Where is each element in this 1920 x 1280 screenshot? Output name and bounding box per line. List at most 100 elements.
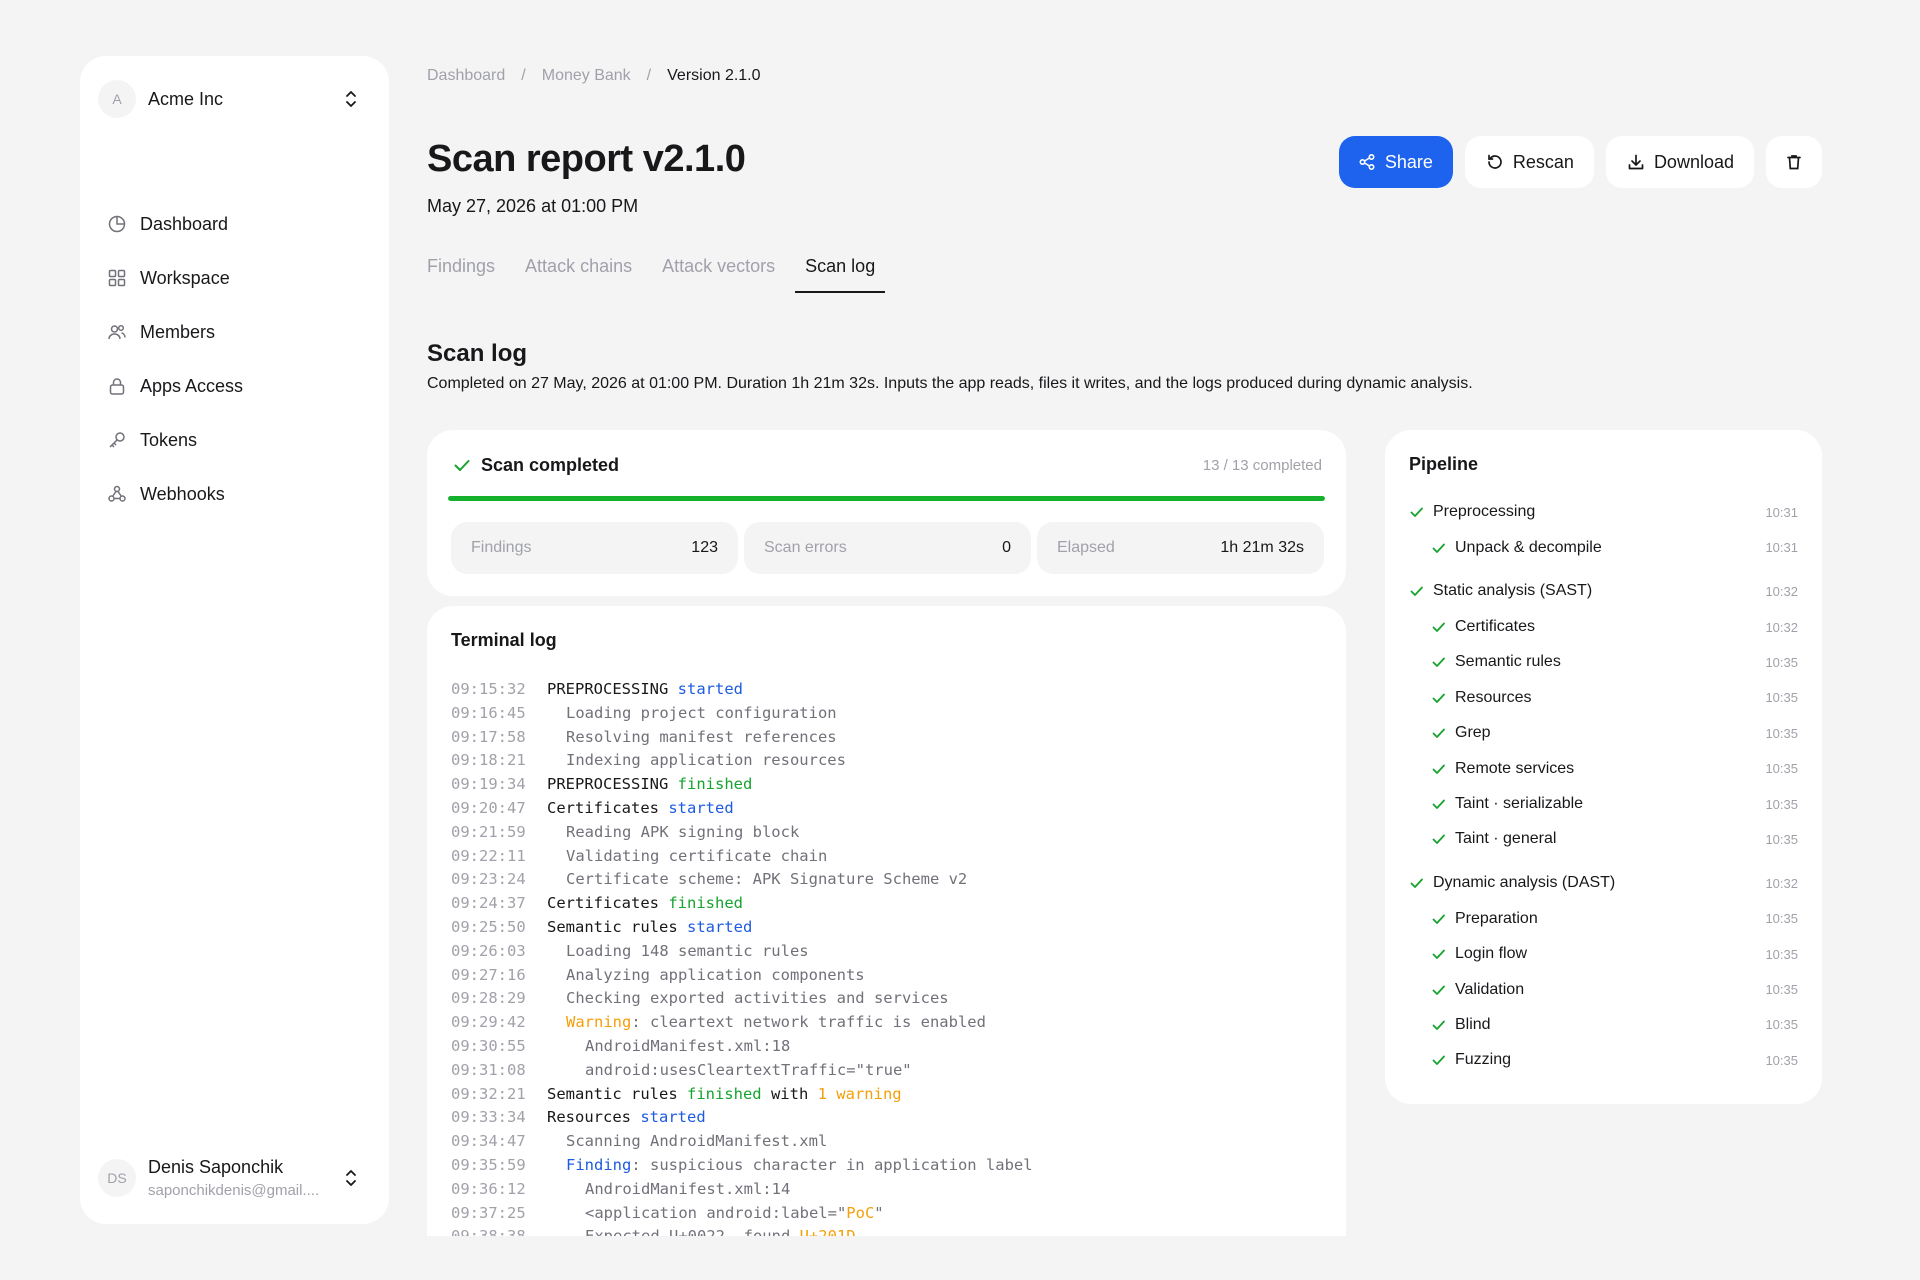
pipeline-step-name: Preprocessing: [1433, 503, 1536, 520]
breadcrumb-current: Version 2.1.0: [667, 67, 761, 84]
log-message: Checking exported activities and service…: [547, 987, 949, 1011]
log-token: Checking exported activities and service…: [566, 989, 949, 1008]
pipeline-step[interactable]: Unpack & decompile 10:31: [1407, 530, 1798, 565]
log-message: Resolving manifest references: [547, 726, 837, 750]
log-message: AndroidManifest.xml:14: [547, 1178, 790, 1202]
pipeline-step[interactable]: Login flow 10:35: [1407, 937, 1798, 972]
log-token: with: [761, 1084, 818, 1103]
log-token: AndroidManifest.xml:14: [585, 1179, 791, 1198]
breadcrumb-dashboard[interactable]: Dashboard: [427, 67, 505, 85]
log-token: PREPROCESSING: [547, 775, 678, 794]
log-token: started: [686, 917, 753, 936]
tab-attack-chains[interactable]: Attack chains: [515, 252, 642, 293]
pipeline-step-name: Unpack & decompile: [1455, 538, 1602, 556]
log-timestamp: 09:35:59: [451, 1155, 526, 1174]
pipeline-step[interactable]: Resources 10:35: [1407, 680, 1798, 715]
log-line: 09:26:03 Loading 148 semantic rules: [451, 940, 1326, 964]
pipeline-step-time: 10:35: [1765, 831, 1798, 847]
delete-button[interactable]: [1766, 136, 1822, 188]
stat-findings: Findings 123: [451, 522, 738, 574]
log-line: 09:35:59 Finding: suspicious character in…: [451, 1154, 1326, 1178]
pipeline-list: Preprocessing 10:31 Unpack & decompile 10:3…: [1407, 494, 1798, 1086]
pipeline-stage[interactable]: Static analysis (SAST) 10:32: [1407, 573, 1798, 609]
pipeline-step[interactable]: Semantic rules 10:35: [1407, 645, 1798, 680]
users-icon: [106, 321, 128, 343]
log-timestamp: 09:22:11: [451, 846, 526, 865]
pipeline-step-time: 10:35: [1765, 911, 1798, 927]
pipeline-step-name: Semantic rules: [1455, 653, 1561, 671]
log-timestamp: 09:15:32: [451, 680, 526, 698]
sidebar-item-members[interactable]: Members: [96, 310, 373, 354]
pipeline-step-time: 10:35: [1765, 1052, 1798, 1068]
tab-attack-vectors[interactable]: Attack vectors: [652, 252, 785, 293]
tab-findings[interactable]: Findings: [427, 252, 505, 293]
log-message: Loading 148 semantic rules: [547, 940, 809, 964]
breadcrumb-money-bank[interactable]: Money Bank: [542, 67, 631, 85]
log-token: Resolving manifest references: [566, 727, 837, 746]
pipeline-step-name: Preparation: [1455, 909, 1538, 927]
breadcrumb-separator: /: [521, 67, 526, 84]
pipeline-card: Pipeline Preprocessing 10:31 Unpack & deco…: [1385, 430, 1822, 1104]
pipeline-step[interactable]: Taint · serializable 10:35: [1407, 786, 1798, 821]
log-timestamp: 09:16:45: [451, 703, 526, 722]
log-line: 09:27:16 Analyzing application components: [451, 964, 1326, 988]
log-timestamp: 09:34:47: [451, 1132, 526, 1151]
pipeline-step[interactable]: Remote services 10:35: [1407, 751, 1798, 786]
log-token: Analyzing application components: [566, 965, 865, 984]
log-token: Certificate scheme: APK Signature Scheme…: [566, 870, 968, 889]
check-icon: [1429, 652, 1449, 672]
webhook-icon: [106, 483, 128, 505]
pipeline-step-time: 10:35: [1765, 725, 1798, 741]
pipeline-step-time: 10:35: [1765, 761, 1798, 777]
pipeline-step[interactable]: Grep 10:35: [1407, 716, 1798, 751]
pipeline-step[interactable]: Fuzzing 10:35: [1407, 1043, 1798, 1078]
log-token: Loading project configuration: [566, 703, 837, 722]
sidebar-item-dashboard[interactable]: Dashboard: [96, 202, 373, 246]
user-switcher[interactable]: DS Denis Saponchik saponchikdenis@gmail.…: [96, 1148, 373, 1208]
download-button[interactable]: Download: [1605, 136, 1754, 188]
terminal-log-title: Terminal log: [451, 630, 557, 650]
pipeline-step-time: 10:35: [1765, 690, 1798, 706]
log-message: android:usesCleartextTraffic="true": [547, 1059, 912, 1083]
scan-progress-count: 13 / 13 completed: [1202, 456, 1322, 474]
log-token: Semantic rules: [547, 1084, 687, 1103]
pipeline-stage[interactable]: Dynamic analysis (DAST) 10:32: [1407, 865, 1798, 901]
sidebar-item-apps-access[interactable]: Apps Access: [96, 364, 373, 408]
progress-bar-fill: [448, 496, 1325, 501]
section-title: Scan log: [427, 340, 528, 367]
tab-scan-log[interactable]: Scan log: [795, 252, 886, 293]
terminal-log-card[interactable]: Terminal log 09:15:32 PREPROCESSING start…: [427, 606, 1346, 1236]
log-line: 09:36:12 AndroidManifest.xml:14: [451, 1178, 1326, 1202]
pipeline-step-time: 10:32: [1765, 619, 1798, 635]
pipeline-stage[interactable]: Preprocessing 10:31: [1407, 494, 1798, 530]
pipeline-step[interactable]: Certificates 10:32: [1407, 609, 1798, 644]
sidebar-item-webhooks[interactable]: Webhooks: [96, 472, 373, 516]
share-button[interactable]: Share: [1338, 136, 1453, 188]
scan-stats: Findings 123 Scan errors 0 Elapsed 1h 21…: [451, 522, 1324, 574]
log-timestamp: 09:26:03: [451, 941, 526, 960]
log-token: Resources: [547, 1108, 641, 1127]
pipeline-step-time: 10:32: [1765, 875, 1798, 891]
log-timestamp: 09:17:58: [451, 727, 526, 746]
log-timestamp: 09:27:16: [451, 965, 526, 984]
log-line: 09:34:47 Scanning AndroidManifest.xml: [451, 1130, 1326, 1154]
lock-icon: [106, 375, 128, 397]
refresh-icon: [1485, 152, 1505, 172]
stat-scan-errors: Scan errors 0: [744, 522, 1031, 574]
org-switcher[interactable]: A Acme Inc: [96, 74, 373, 124]
page-title: Scan report v2.1.0: [427, 138, 746, 180]
sidebar-item-workspace[interactable]: Workspace: [96, 256, 373, 300]
rescan-button[interactable]: Rescan: [1464, 136, 1594, 188]
sidebar-item-tokens[interactable]: Tokens: [96, 418, 373, 462]
pipeline-group: Dynamic analysis (DAST) 10:32 Preparation 1…: [1407, 865, 1798, 1078]
log-token: started: [668, 798, 734, 817]
pipeline-step-time: 10:35: [1765, 982, 1798, 998]
log-line: 09:32:21 Semantic rules finished with 1 w…: [451, 1083, 1326, 1107]
pipeline-step[interactable]: Taint · general 10:35: [1407, 822, 1798, 857]
download-label: Download: [1653, 151, 1734, 172]
pipeline-group: Static analysis (SAST) 10:32 Certificates 1…: [1407, 573, 1798, 857]
pipeline-step[interactable]: Blind 10:35: [1407, 1007, 1798, 1042]
log-token: finished: [677, 775, 753, 794]
pipeline-step[interactable]: Preparation 10:35: [1407, 901, 1798, 936]
pipeline-step[interactable]: Validation 10:35: [1407, 972, 1798, 1007]
